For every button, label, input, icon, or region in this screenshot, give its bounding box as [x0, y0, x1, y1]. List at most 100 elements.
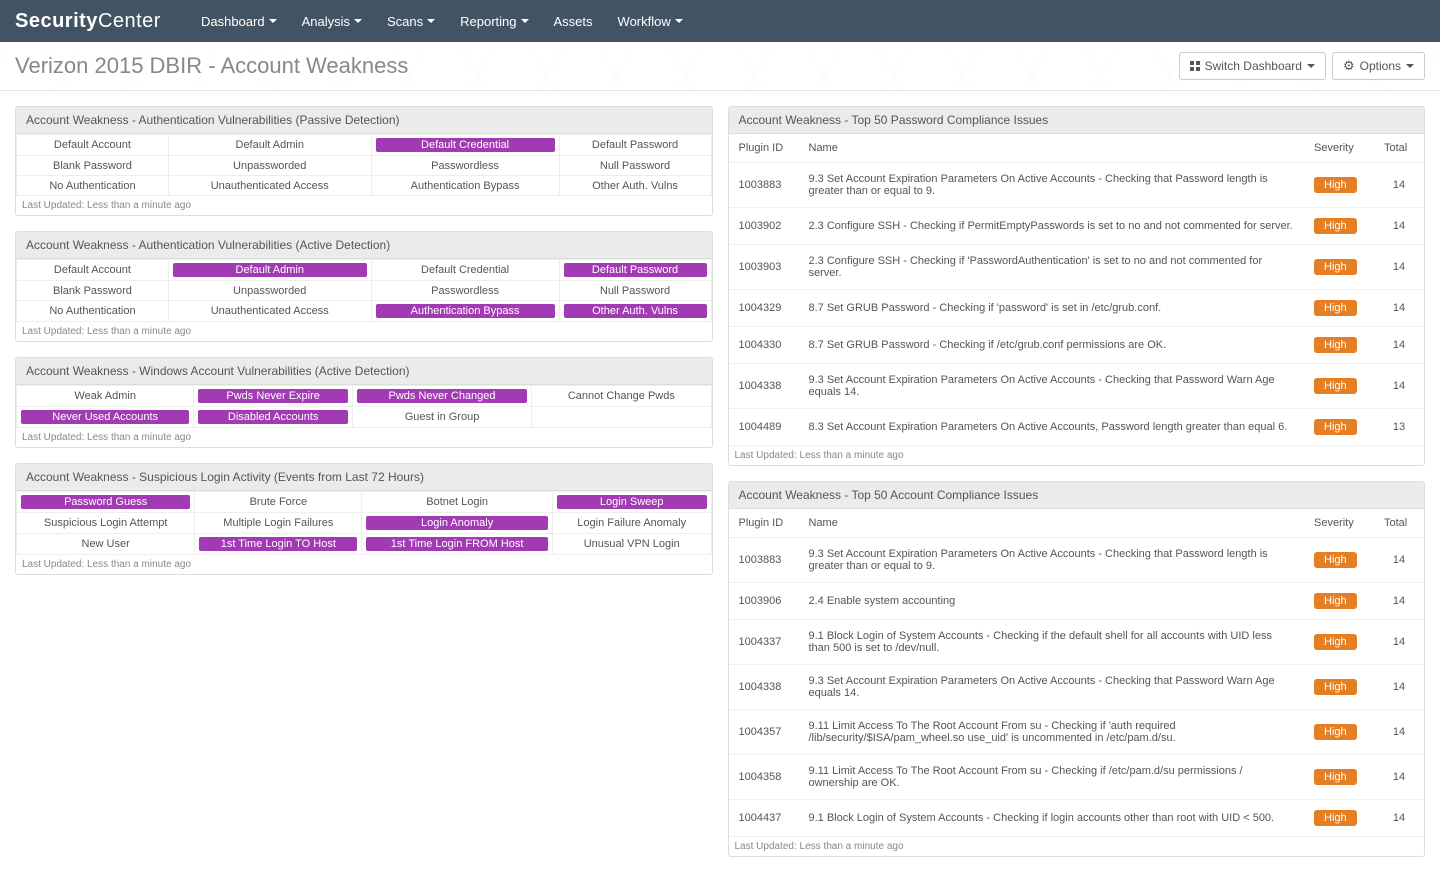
switch-dashboard-button[interactable]: Switch Dashboard: [1179, 52, 1326, 80]
matrix-cell[interactable]: Weak Admin: [17, 386, 194, 407]
matrix-cell[interactable]: Default Account: [17, 135, 169, 156]
matrix-cell[interactable]: Login Anomaly: [362, 513, 553, 534]
nav-label: Assets: [554, 14, 593, 29]
matrix-cell[interactable]: Null Password: [559, 156, 711, 176]
matrix-cell[interactable]: Default Admin: [168, 135, 371, 156]
matrix-cell[interactable]: Authentication Bypass: [371, 301, 559, 322]
table-header[interactable]: Name: [799, 134, 1305, 163]
table-row[interactable]: 10043579.11 Limit Access To The Root Acc…: [729, 710, 1425, 755]
table-row[interactable]: 10043298.7 Set GRUB Password - Checking …: [729, 290, 1425, 327]
matrix-cell[interactable]: Unpassworded: [168, 156, 371, 176]
matrix-cell[interactable]: No Authentication: [17, 176, 169, 196]
matrix-cell[interactable]: Pwds Never Expire: [194, 386, 352, 407]
matrix-cell[interactable]: Default Credential: [371, 260, 559, 281]
table-row[interactable]: 10039022.3 Configure SSH - Checking if P…: [729, 208, 1425, 245]
table-header[interactable]: Severity: [1304, 134, 1374, 163]
matrix-cell[interactable]: Never Used Accounts: [17, 407, 194, 428]
table-header[interactable]: Name: [799, 509, 1305, 538]
matrix-cell[interactable]: Pwds Never Changed: [352, 386, 531, 407]
table-header[interactable]: Severity: [1304, 509, 1374, 538]
matrix-cell[interactable]: Other Auth. Vulns: [559, 176, 711, 196]
chevron-down-icon: [427, 19, 435, 23]
matrix-cell[interactable]: Default Password: [559, 135, 711, 156]
table-header[interactable]: Plugin ID: [729, 134, 799, 163]
table-header[interactable]: Total: [1374, 509, 1424, 538]
nav-item-reporting[interactable]: Reporting: [460, 14, 528, 29]
nav-item-assets[interactable]: Assets: [554, 14, 593, 29]
cell-total: 13: [1374, 409, 1424, 446]
table-row[interactable]: 10043389.3 Set Account Expiration Parame…: [729, 364, 1425, 409]
matrix-cell[interactable]: Default Admin: [168, 260, 371, 281]
matrix-cell[interactable]: Login Failure Anomaly: [552, 513, 711, 534]
matrix-cell[interactable]: Botnet Login: [362, 492, 553, 513]
matrix-cell[interactable]: Passwordless: [371, 281, 559, 301]
nav-label: Scans: [387, 14, 423, 29]
nav-item-workflow[interactable]: Workflow: [618, 14, 683, 29]
table-row[interactable]: 10044379.1 Block Login of System Account…: [729, 800, 1425, 837]
matrix-cell[interactable]: 1st Time Login FROM Host: [362, 534, 553, 555]
matrix-table: Password GuessBrute ForceBotnet LoginLog…: [16, 491, 712, 555]
table-row[interactable]: 10044898.3 Set Account Expiration Parame…: [729, 409, 1425, 446]
cell-plugin-id: 1003883: [729, 538, 799, 583]
matrix-cell[interactable]: Login Sweep: [552, 492, 711, 513]
table-row[interactable]: 10039032.3 Configure SSH - Checking if '…: [729, 245, 1425, 290]
table-row[interactable]: 10043389.3 Set Account Expiration Parame…: [729, 665, 1425, 710]
table-row[interactable]: 10038839.3 Set Account Expiration Parame…: [729, 538, 1425, 583]
cell-plugin-id: 1004330: [729, 327, 799, 364]
matrix-cell[interactable]: Disabled Accounts: [194, 407, 352, 428]
matrix-cell[interactable]: Suspicious Login Attempt: [17, 513, 195, 534]
matrix-cell-highlight: Disabled Accounts: [198, 410, 347, 424]
matrix-cell[interactable]: Unusual VPN Login: [552, 534, 711, 555]
cell-plugin-id: 1004357: [729, 710, 799, 755]
table-row[interactable]: 10043379.1 Block Login of System Account…: [729, 620, 1425, 665]
matrix-cell[interactable]: Cannot Change Pwds: [532, 386, 711, 407]
severity-badge: High: [1314, 177, 1357, 193]
options-button[interactable]: Options: [1332, 52, 1425, 80]
cell-severity: High: [1304, 327, 1374, 364]
matrix-cell-highlight: 1st Time Login FROM Host: [366, 537, 548, 551]
matrix-cell[interactable]: No Authentication: [17, 301, 169, 322]
matrix-cell[interactable]: [532, 407, 711, 428]
matrix-cell[interactable]: Unpassworded: [168, 281, 371, 301]
matrix-table: Weak AdminPwds Never Expire Pwds Never Ch…: [16, 385, 712, 428]
table-row[interactable]: 10043589.11 Limit Access To The Root Acc…: [729, 755, 1425, 800]
nav-item-analysis[interactable]: Analysis: [302, 14, 362, 29]
table-row[interactable]: 10038839.3 Set Account Expiration Parame…: [729, 163, 1425, 208]
matrix-cell-highlight: Never Used Accounts: [21, 410, 189, 424]
severity-badge: High: [1314, 679, 1357, 695]
table-header[interactable]: Plugin ID: [729, 509, 799, 538]
matrix-cell[interactable]: Password Guess: [17, 492, 195, 513]
matrix-cell[interactable]: Brute Force: [195, 492, 362, 513]
matrix-cell[interactable]: Blank Password: [17, 281, 169, 301]
table-row[interactable]: 10039062.4 Enable system accountingHigh1…: [729, 583, 1425, 620]
matrix-cell[interactable]: Blank Password: [17, 156, 169, 176]
cell-total: 14: [1374, 538, 1424, 583]
cell-severity: High: [1304, 538, 1374, 583]
matrix-cell[interactable]: Guest in Group: [352, 407, 531, 428]
matrix-cell[interactable]: Authentication Bypass: [371, 176, 559, 196]
panel-footer: Last Updated: Less than a minute ago: [16, 555, 712, 574]
matrix-cell[interactable]: Null Password: [559, 281, 711, 301]
matrix-table: Default AccountDefault AdminDefault Cred…: [16, 134, 712, 196]
table-header[interactable]: Total: [1374, 134, 1424, 163]
cell-total: 14: [1374, 208, 1424, 245]
cell-name: 9.1 Block Login of System Accounts - Che…: [799, 800, 1305, 837]
matrix-cell[interactable]: Default Account: [17, 260, 169, 281]
matrix-cell[interactable]: Other Auth. Vulns: [559, 301, 711, 322]
matrix-cell[interactable]: Unauthenticated Access: [168, 176, 371, 196]
matrix-cell[interactable]: Default Credential: [371, 135, 559, 156]
matrix-cell[interactable]: Passwordless: [371, 156, 559, 176]
matrix-cell[interactable]: Default Password: [559, 260, 711, 281]
matrix-cell[interactable]: Multiple Login Failures: [195, 513, 362, 534]
cell-severity: High: [1304, 245, 1374, 290]
nav-item-scans[interactable]: Scans: [387, 14, 435, 29]
matrix-cell-highlight: Pwds Never Changed: [357, 389, 527, 403]
nav-item-dashboard[interactable]: Dashboard: [201, 14, 277, 29]
dashboard-grid: Account Weakness - Authentication Vulner…: [0, 91, 1440, 872]
matrix-cell-highlight: Default Password: [564, 263, 707, 277]
cell-severity: High: [1304, 208, 1374, 245]
matrix-cell[interactable]: 1st Time Login TO Host: [195, 534, 362, 555]
matrix-cell[interactable]: New User: [17, 534, 195, 555]
table-row[interactable]: 10043308.7 Set GRUB Password - Checking …: [729, 327, 1425, 364]
matrix-cell[interactable]: Unauthenticated Access: [168, 301, 371, 322]
